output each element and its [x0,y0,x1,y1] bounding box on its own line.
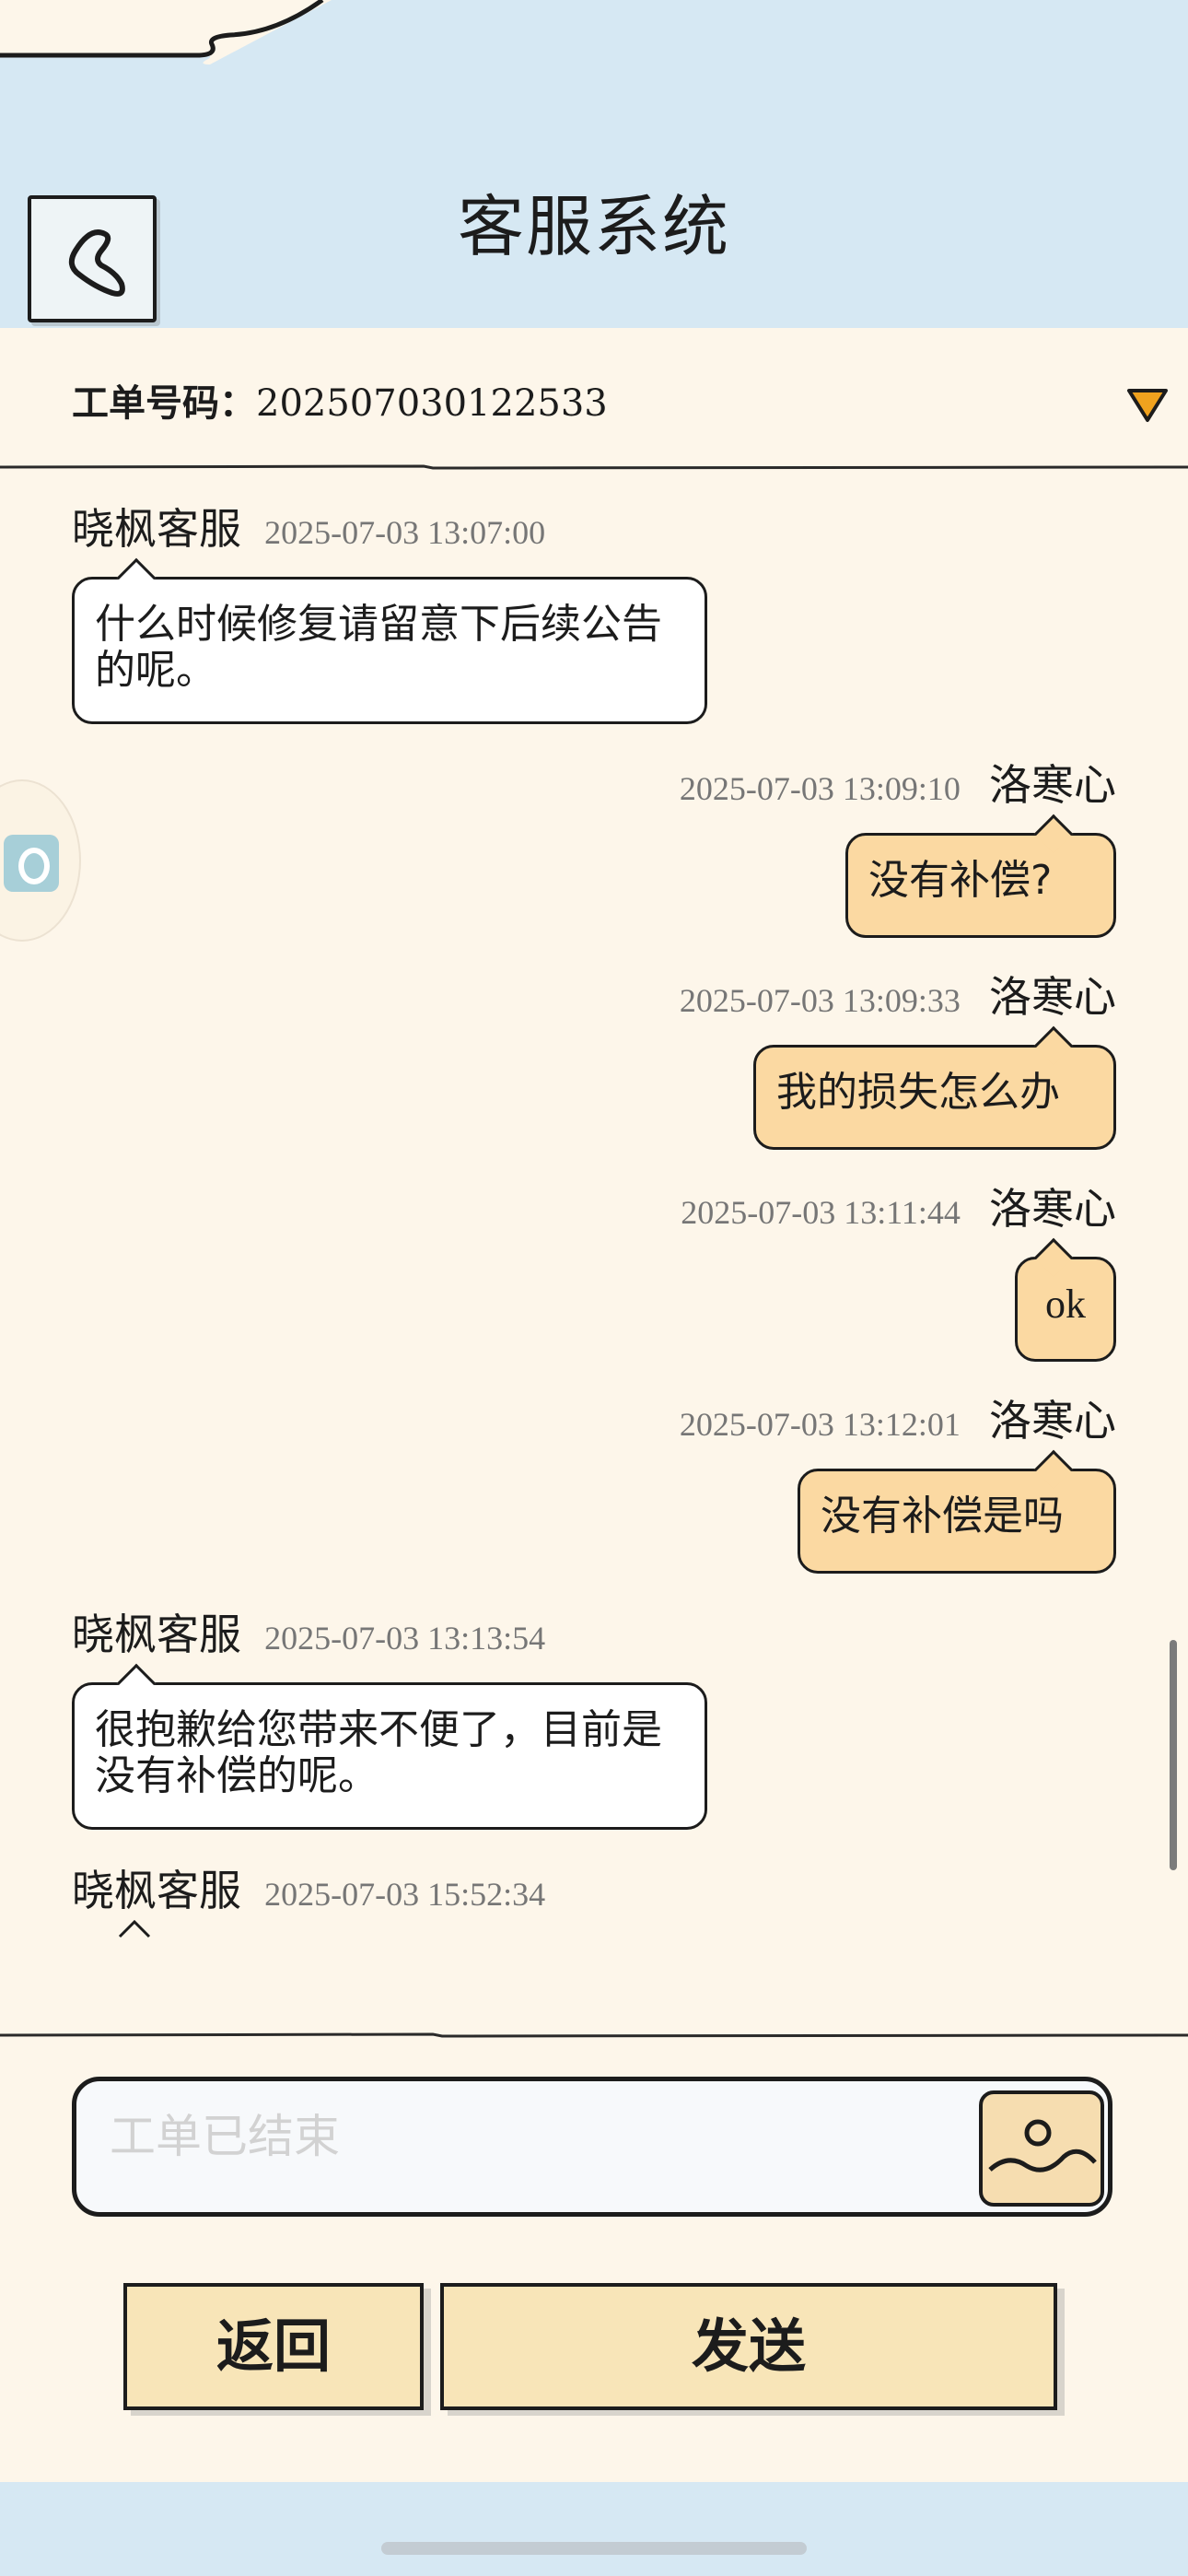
home-indicator[interactable] [381,2542,807,2555]
triangle-down-icon[interactable] [1125,387,1170,424]
sender-name: 洛寒心 [989,760,1116,810]
upload-image-button[interactable] [979,2090,1104,2207]
back-text-button[interactable]: 返回 [123,2283,424,2410]
message-time: 2025-07-03 13:12:01 [679,1406,961,1443]
sender-name: 洛寒心 [989,972,1116,1022]
message-time: 2025-07-03 13:11:44 [681,1194,961,1231]
sender-name: 晓枫客服 [72,1610,241,1659]
ticket-number: 工单号码：202507030122533 [72,376,608,431]
message-text: 很抱歉给您带来不便了，目前是没有补偿的呢。 [95,1706,662,1799]
header-bar: 客服系统 [0,0,1188,328]
message-text: 什么时候修复请留意下后续公告的呢。 [95,601,662,694]
bubble-tail-partial [118,1919,151,1938]
message-meta: 2025-07-03 13:09:33 洛寒心 [680,969,1116,1028]
message-time: 2025-07-03 15:52:34 [264,1876,546,1913]
message-text: 没有补偿? [868,857,1053,904]
cloud-decoration [0,0,332,64]
sender-name: 晓枫客服 [72,1866,241,1915]
divider-top [0,464,1188,470]
message-text: 我的损失怎么办 [776,1069,1060,1116]
divider-bottom [0,2032,1188,2038]
message-text: ok [1045,1282,1086,1327]
message-bubble: 我的损失怎么办 [753,1025,1116,1150]
message-bubble: 什么时候修复请留意下后续公告的呢。 [72,557,707,724]
sender-name: 晓枫客服 [72,504,241,554]
message-time: 2025-07-03 13:13:54 [264,1620,546,1657]
chat-scrollbar[interactable] [1170,1640,1177,1870]
page-title: 客服系统 [457,188,730,265]
message-time: 2025-07-03 13:07:00 [264,514,546,551]
message-meta: 2025-07-03 13:09:10 洛寒心 [680,757,1116,816]
ticket-number-label: 工单号码： [72,382,256,425]
message-meta: 晓枫客服 2025-07-03 15:52:34 [72,1863,545,1922]
message-bubble: 很抱歉给您带来不便了，目前是没有补偿的呢。 [72,1663,707,1830]
send-button[interactable]: 发送 [440,2283,1057,2410]
image-icon [988,2119,1097,2172]
message-input[interactable] [110,2109,938,2164]
chat-area[interactable]: 晓枫客服 2025-07-03 13:07:00 什么时候修复请留意下后续公告的… [0,472,1188,2029]
message-meta: 2025-07-03 13:11:44 洛寒心 [681,1181,1116,1240]
message-time: 2025-07-03 13:09:10 [679,770,961,807]
footer-bar [0,2482,1188,2576]
message-bubble: 没有补偿是吗 [798,1449,1116,1574]
sender-name: 洛寒心 [989,1184,1116,1234]
message-text: 没有补偿是吗 [821,1493,1064,1540]
message-bubble: ok [1015,1237,1116,1362]
message-input-box[interactable] [72,2077,1112,2217]
assistant-icon [4,835,59,892]
message-time: 2025-07-03 13:09:33 [679,982,961,1019]
message-meta: 晓枫客服 2025-07-03 13:13:54 [72,1607,545,1666]
message-meta: 2025-07-03 13:12:01 洛寒心 [680,1393,1116,1452]
message-bubble: 没有补偿? [845,814,1116,938]
message-meta: 晓枫客服 2025-07-03 13:07:00 [72,501,545,560]
ticket-number-value: 202507030122533 [256,382,608,425]
sender-name: 洛寒心 [989,1396,1116,1446]
